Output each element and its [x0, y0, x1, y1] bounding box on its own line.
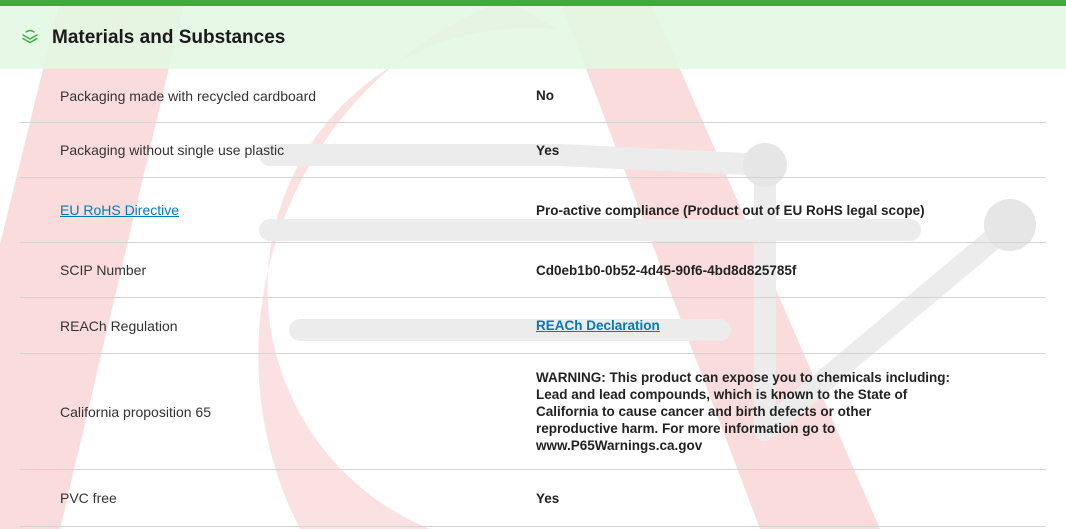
table-row: REACh Regulation REACh Declaration — [20, 298, 1046, 354]
table-row: EU RoHS Directive Pro-active compliance … — [20, 178, 1046, 243]
row-label: REACh Regulation — [60, 317, 178, 334]
reach-declaration-link[interactable]: REACh Declaration — [536, 318, 660, 333]
layers-leaf-icon — [20, 28, 40, 48]
materials-substances-panel: Materials and Substances Packaging made … — [0, 0, 1066, 529]
table-row: Packaging without single use plastic Yes — [20, 123, 1046, 178]
row-value: Yes — [536, 490, 560, 506]
row-label: Packaging without single use plastic — [60, 142, 285, 158]
table-row: SCIP Number Cd0eb1b0-0b52-4d45-90f6-4bd8… — [20, 243, 1046, 298]
row-label: EU RoHS Directive — [60, 202, 536, 218]
section-header: Materials and Substances — [0, 6, 1066, 69]
scip-number-value: Cd0eb1b0-0b52-4d45-90f6-4bd8d825785f — [536, 262, 797, 278]
prop65-warning-text: WARNING: This product can expose you to … — [536, 370, 951, 453]
row-label: California proposition 65 — [60, 403, 211, 420]
row-label: PVC free — [60, 490, 117, 506]
row-label: SCIP Number — [60, 262, 147, 278]
table-row: PVC free Yes — [20, 470, 1046, 527]
row-value: Pro-active compliance (Product out of EU… — [536, 202, 925, 218]
row-value: REACh Declaration — [536, 317, 956, 334]
table-row: Packaging made with recycled cardboard N… — [20, 69, 1046, 123]
row-value: No — [536, 88, 554, 103]
row-label: Packaging made with recycled cardboard — [60, 87, 317, 104]
table-row: California proposition 65 WARNING: This … — [20, 354, 1046, 470]
eu-rohs-directive-link[interactable]: EU RoHS Directive — [60, 202, 179, 218]
row-value: Yes — [536, 142, 560, 158]
section-title: Materials and Substances — [52, 26, 286, 48]
